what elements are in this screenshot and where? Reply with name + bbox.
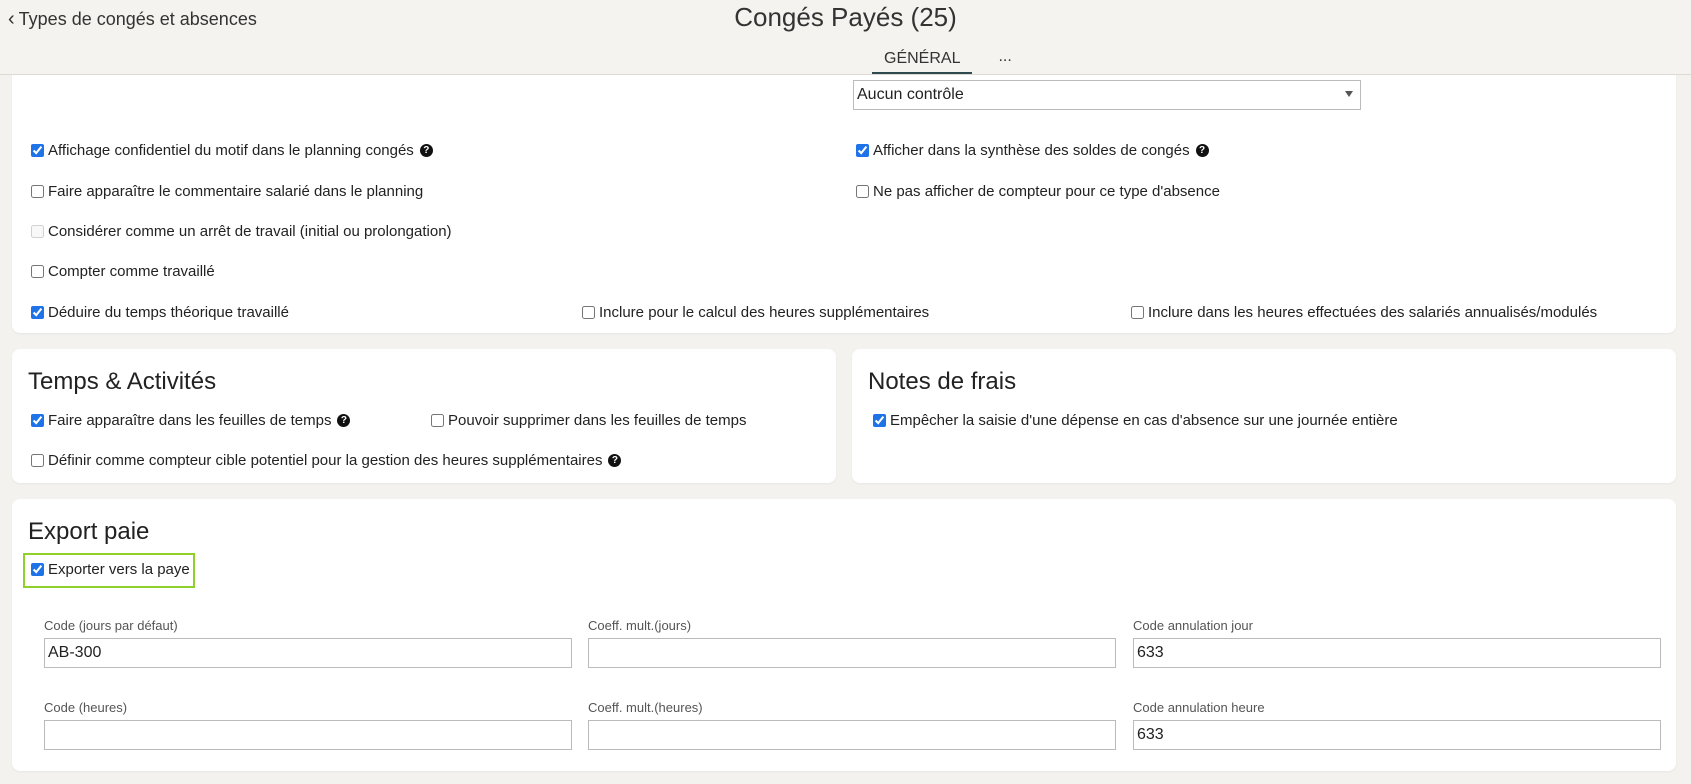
code-hours-input[interactable] xyxy=(44,720,572,750)
checkbox-show-employee-comment[interactable]: Faire apparaître le commentaire salarié … xyxy=(31,183,423,200)
cancel-code-hour-input[interactable]: 633 xyxy=(1133,720,1661,750)
field-label-coeff-hours: Coeff. mult.(heures) xyxy=(588,700,703,715)
page-header: ‹ Types de congés et absences Congés Pay… xyxy=(0,0,1691,75)
checkbox-input[interactable] xyxy=(31,454,44,467)
checkbox-label: Inclure dans les heures effectuées des s… xyxy=(1148,304,1598,321)
help-icon[interactable]: ? xyxy=(1195,144,1209,157)
field-label-cancel-code-day: Code annulation jour xyxy=(1133,618,1253,633)
checkbox-label: Afficher dans la synthèse des soldes de … xyxy=(873,142,1190,159)
checkbox-input[interactable] xyxy=(31,144,44,157)
checkbox-label: Pouvoir supprimer dans les feuilles de t… xyxy=(448,412,747,429)
checkbox-label: Exporter vers la paye xyxy=(48,561,190,578)
checkbox-label: Ne pas afficher de compteur pour ce type… xyxy=(873,183,1220,200)
checkbox-include-annualized-hours[interactable]: Inclure dans les heures effectuées des s… xyxy=(1131,304,1597,321)
checkbox-deduct-theoretical-time[interactable]: Déduire du temps théorique travaillé xyxy=(31,304,289,321)
checkbox-include-overtime-calc[interactable]: Inclure pour le calcul des heures supplé… xyxy=(582,304,929,321)
checkbox-count-as-worked[interactable]: Compter comme travaillé xyxy=(31,263,215,280)
control-select[interactable]: Aucun contrôle xyxy=(853,80,1361,110)
checkbox-block-expense-on-absence[interactable]: Empêcher la saisie d'une dépense en cas … xyxy=(873,412,1398,429)
checkbox-input[interactable] xyxy=(31,414,44,427)
checkbox-show-in-balance-summary[interactable]: Afficher dans la synthèse des soldes de … xyxy=(856,142,1209,159)
checkbox-label: Compter comme travaillé xyxy=(48,263,215,280)
checkbox-input[interactable] xyxy=(31,563,44,576)
checkbox-input[interactable] xyxy=(856,144,869,157)
page-title: Congés Payés (25) xyxy=(734,2,957,32)
checkbox-input[interactable] xyxy=(582,306,595,319)
payroll-export-title: Export paie xyxy=(28,518,150,545)
caret-down-icon xyxy=(1345,91,1353,97)
checkbox-show-in-timesheets[interactable]: Faire apparaître dans les feuilles de te… xyxy=(31,412,351,429)
checkbox-work-stoppage: Considérer comme un arrêt de travail (in… xyxy=(31,223,452,240)
cancel-code-day-input[interactable]: 633 xyxy=(1133,638,1661,668)
checkbox-input[interactable] xyxy=(431,414,444,427)
help-icon[interactable]: ? xyxy=(337,414,351,427)
checkbox-input[interactable] xyxy=(31,265,44,278)
field-label-cancel-code-hour: Code annulation heure xyxy=(1133,700,1265,715)
field-label-coeff-days: Coeff. mult.(jours) xyxy=(588,618,692,633)
checkbox-confidential-reason[interactable]: Affichage confidentiel du motif dans le … xyxy=(31,142,433,159)
field-label-code-hours: Code (heures) xyxy=(44,700,128,715)
coeff-hours-input[interactable] xyxy=(588,720,1116,750)
checkbox-label: Inclure pour le calcul des heures supplé… xyxy=(599,304,930,321)
checkbox-label: Considérer comme un arrêt de travail (in… xyxy=(48,223,452,240)
checkbox-target-counter-overtime[interactable]: Définir comme compteur cible potentiel p… xyxy=(31,452,622,469)
checkbox-input[interactable] xyxy=(31,306,44,319)
time-activities-title: Temps & Activités xyxy=(28,368,217,395)
checkbox-export-to-payroll[interactable]: Exporter vers la paye xyxy=(31,561,190,578)
coeff-days-input[interactable] xyxy=(588,638,1116,668)
checkbox-hide-counter[interactable]: Ne pas afficher de compteur pour ce type… xyxy=(856,183,1220,200)
checkbox-label: Empêcher la saisie d'une dépense en cas … xyxy=(890,412,1398,429)
checkbox-input xyxy=(31,225,44,238)
checkbox-label: Faire apparaître dans les feuilles de te… xyxy=(48,412,332,429)
expense-notes-title: Notes de frais xyxy=(868,368,1017,395)
checkbox-label: Déduire du temps théorique travaillé xyxy=(48,304,289,321)
checkbox-input[interactable] xyxy=(31,185,44,198)
help-icon[interactable]: ? xyxy=(419,144,433,157)
checkbox-input[interactable] xyxy=(856,185,869,198)
tab-general[interactable]: GÉNÉRAL xyxy=(872,48,973,74)
checkbox-input[interactable] xyxy=(873,414,886,427)
checkbox-label: Affichage confidentiel du motif dans le … xyxy=(48,142,414,159)
tab-bar: GÉNÉRAL ... xyxy=(872,48,1018,74)
checkbox-allow-delete-in-timesheets[interactable]: Pouvoir supprimer dans les feuilles de t… xyxy=(431,412,746,429)
control-select-value: Aucun contrôle xyxy=(857,86,964,103)
tab-more[interactable]: ... xyxy=(992,48,1017,74)
checkbox-label: Définir comme compteur cible potentiel p… xyxy=(48,452,603,469)
code-days-input[interactable]: AB-300 xyxy=(44,638,572,668)
checkbox-label: Faire apparaître le commentaire salarié … xyxy=(48,183,424,200)
help-icon[interactable]: ? xyxy=(608,454,622,467)
field-label-code-days: Code (jours par défaut) xyxy=(44,618,178,633)
checkbox-input[interactable] xyxy=(1131,306,1144,319)
